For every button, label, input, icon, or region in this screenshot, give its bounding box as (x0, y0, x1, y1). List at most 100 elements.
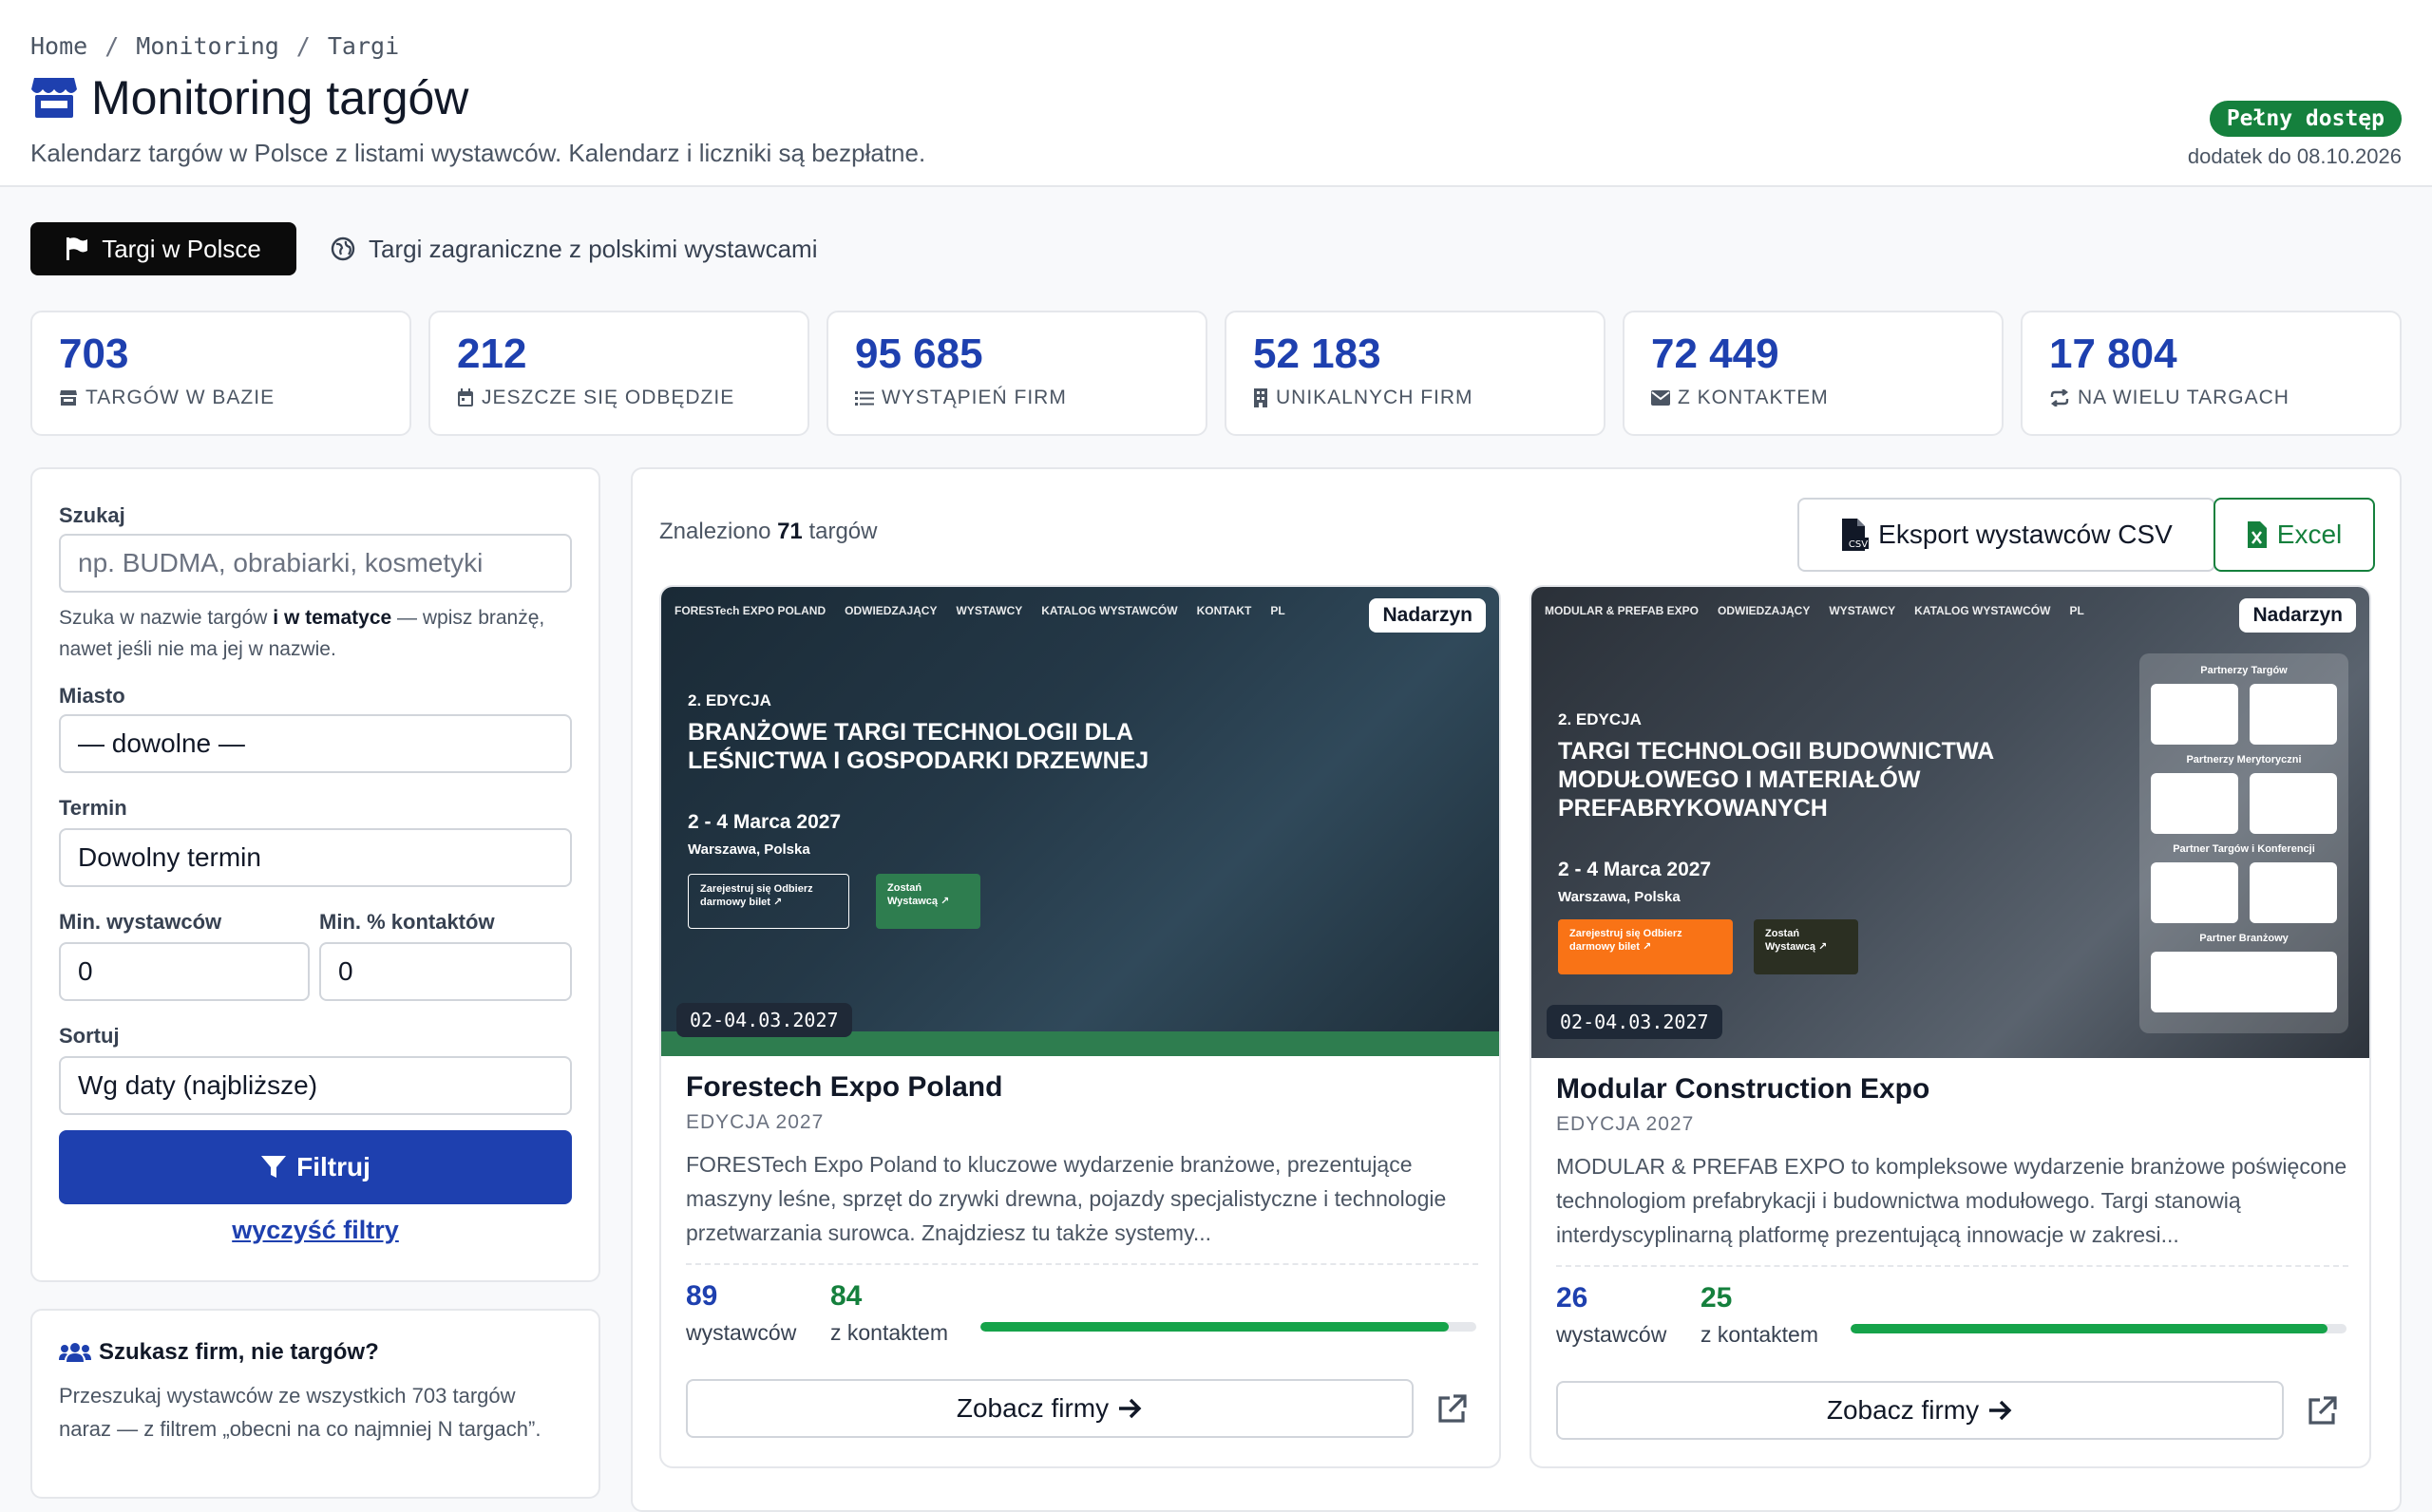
fair-cover-image[interactable]: FORESTech EXPO POLAND ODWIEDZAJĄCY WYSTA… (661, 587, 1499, 1056)
date-pill: 02-04.03.2027 (1547, 1005, 1722, 1039)
exhibitors-label: wystawców (686, 1320, 797, 1345)
envelope-icon (1651, 390, 1670, 406)
cover-edition: 2. EDYCJA (1558, 710, 1642, 728)
contact-progress-fill (1851, 1324, 2328, 1333)
export-excel-button[interactable]: Excel (2214, 498, 2375, 572)
list-icon (855, 391, 874, 406)
cover-place: Warszawa, Polska (1558, 889, 1681, 905)
page-title-text: Monitoring targów (91, 71, 469, 124)
tab-abroad-label: Targi zagraniczne z polskimi wystawcami (369, 234, 818, 263)
term-label: Termin (59, 796, 127, 820)
external-link-icon[interactable] (1434, 1392, 1469, 1427)
cover-place: Warszawa, Polska (688, 841, 810, 858)
stat-label: JESZCZE SIĘ ODBĘDZIE (482, 387, 735, 408)
exhibitors-label: wystawców (1556, 1322, 1667, 1347)
city-tag: Nadarzyn (1369, 598, 1486, 633)
cover-exhibitor-button: Zostań Wystawcą ↗ (1754, 919, 1858, 974)
filter-button[interactable]: Filtruj (59, 1130, 572, 1204)
cover-headline: BRANŻOWE TARGI TECHNOLOGII DLA LEŚNICTWA… (688, 719, 1150, 774)
breadcrumb-home[interactable]: Home (30, 32, 87, 60)
contacts-label: z kontaktem (1700, 1322, 1818, 1347)
stat-multiple-fairs: 17 804 NA WIELU TARGACH (2021, 311, 2402, 436)
contact-progress-fill (980, 1322, 1449, 1332)
term-select[interactable]: Dowolny termin (59, 828, 572, 887)
page-title: Monitoring targów (30, 70, 468, 125)
stats-row: 703 TARGÓW W BAZIE 212 JESZCZE SIĘ ODBĘD… (30, 311, 2402, 436)
cover-exhibitor-button: Zostań Wystawcą ↗ (876, 874, 980, 929)
svg-text:CSV: CSV (1849, 539, 1868, 550)
stat-value: 17 804 (2049, 331, 2177, 377)
export-csv-button[interactable]: CSV Eksport wystawców CSV (1797, 498, 2215, 572)
page-header: Home / Monitoring / Targi Monitoring tar… (0, 0, 2432, 187)
stat-value: 95 685 (855, 331, 983, 377)
see-companies-button[interactable]: Zobacz firmy (1556, 1381, 2284, 1440)
fair-cover-image[interactable]: MODULAR & PREFAB EXPO ODWIEDZAJĄCY WYSTA… (1531, 587, 2369, 1058)
export-excel-label: Excel (2276, 520, 2343, 549)
city-select[interactable]: — dowolne — (59, 714, 572, 773)
fair-card: FORESTech EXPO POLAND ODWIEDZAJĄCY WYSTA… (659, 585, 1501, 1468)
fair-title[interactable]: Forestech Expo Poland (686, 1071, 1002, 1104)
fair-description: FORESTech Expo Poland to kluczowe wydarz… (686, 1152, 1447, 1245)
min-exhibitors-label: Min. wystawców (59, 910, 222, 934)
access-expiry: dodatek do 08.10.2026 (2187, 144, 2402, 168)
flag-icon (66, 237, 88, 260)
sort-label: Sortuj (59, 1024, 120, 1048)
stat-label: TARGÓW W BAZIE (86, 387, 276, 408)
store-icon (60, 390, 77, 406)
cover-register-button: Zarejestruj się Odbierz darmowy bilet ↗ (688, 874, 849, 929)
results-panel: Znaleziono 71 targów CSV Eksport wystawc… (631, 467, 2402, 1512)
min-contact-input[interactable]: 0 (319, 942, 572, 1001)
contacts-count: 25 (1700, 1282, 1733, 1314)
stat-fairs-total: 703 TARGÓW W BAZIE (30, 311, 411, 436)
cover-headline: TARGI TECHNOLOGII BUDOWNICTWA MODUŁOWEGO… (1558, 738, 1994, 822)
exhibitors-count: 26 (1556, 1282, 1588, 1314)
fair-description: MODULAR & PREFAB EXPO to kompleksowe wyd… (1556, 1154, 2347, 1247)
min-contact-label: Min. % kontaktów (319, 910, 495, 934)
card-divider (1556, 1265, 2348, 1267)
external-link-icon[interactable] (2305, 1394, 2339, 1428)
see-companies-label: Zobacz firmy (1826, 1395, 1980, 1425)
cover-partners: Partnerzy Targów Partnerzy Merytoryczni … (2139, 653, 2348, 1033)
stat-value: 703 (59, 331, 129, 377)
arrow-right-icon (1119, 1398, 1142, 1419)
see-companies-button[interactable]: Zobacz firmy (686, 1379, 1414, 1438)
fair-title[interactable]: Modular Construction Expo (1556, 1073, 1929, 1106)
city-tag: Nadarzyn (2239, 598, 2356, 633)
stat-label: Z KONTAKTEM (1678, 387, 1829, 408)
fair-edition: EDYCJA 2027 (686, 1111, 825, 1133)
stat-label: WYSTĄPIEŃ FIRM (882, 387, 1067, 408)
min-exhibitors-input[interactable]: 0 (59, 942, 310, 1001)
see-companies-label: Zobacz firmy (956, 1393, 1110, 1423)
promo-text: Przeszukaj wystawców ze wszystkich 703 t… (59, 1384, 542, 1441)
stat-label: NA WIELU TARGACH (2078, 387, 2290, 408)
fair-card: MODULAR & PREFAB EXPO ODWIEDZAJĄCY WYSTA… (1530, 585, 2371, 1468)
card-divider (686, 1263, 1478, 1265)
promo-box: Szukasz firm, nie targów? Przeszukaj wys… (30, 1309, 600, 1499)
cover-nav: MODULAR & PREFAB EXPO ODWIEDZAJĄCY WYSTA… (1545, 604, 2084, 617)
stat-unique-companies: 52 183 UNIKALNYCH FIRM (1225, 311, 1606, 436)
search-input[interactable]: np. BUDMA, obrabiarki, kosmetyki (59, 534, 572, 593)
sort-select[interactable]: Wg daty (najbliższe) (59, 1056, 572, 1115)
arrow-right-icon (1989, 1400, 2012, 1421)
breadcrumb-separator: / (295, 32, 311, 60)
date-pill: 02-04.03.2027 (676, 1003, 852, 1037)
clear-filters-link[interactable]: wyczyść filtry (59, 1216, 572, 1245)
access-badge: Pełny dostęp (2209, 101, 2402, 137)
contacts-label: z kontaktem (830, 1320, 948, 1345)
tab-poland[interactable]: Targi w Polsce (30, 222, 296, 275)
stat-upcoming: 212 JESZCZE SIĘ ODBĘDZIE (428, 311, 809, 436)
contact-progress-bar (1851, 1324, 2346, 1333)
file-csv-icon: CSV (1842, 519, 1870, 551)
filter-icon (261, 1156, 287, 1178)
breadcrumb-separator: / (104, 32, 120, 60)
breadcrumb-current: Targi (327, 32, 400, 60)
breadcrumb: Home / Monitoring / Targi (30, 32, 399, 60)
promo-title: Szukasz firm, nie targów? (99, 1339, 379, 1365)
file-excel-icon (2247, 521, 2267, 548)
cover-date: 2 - 4 Marca 2027 (1558, 859, 1712, 880)
results-count: Znaleziono 71 targów (659, 519, 878, 544)
tab-abroad[interactable]: Targi zagraniczne z polskimi wystawcami (331, 222, 817, 275)
filters-panel: Szukaj np. BUDMA, obrabiarki, kosmetyki … (30, 467, 600, 1282)
breadcrumb-monitoring[interactable]: Monitoring (136, 32, 279, 60)
tab-poland-label: Targi w Polsce (102, 234, 261, 263)
